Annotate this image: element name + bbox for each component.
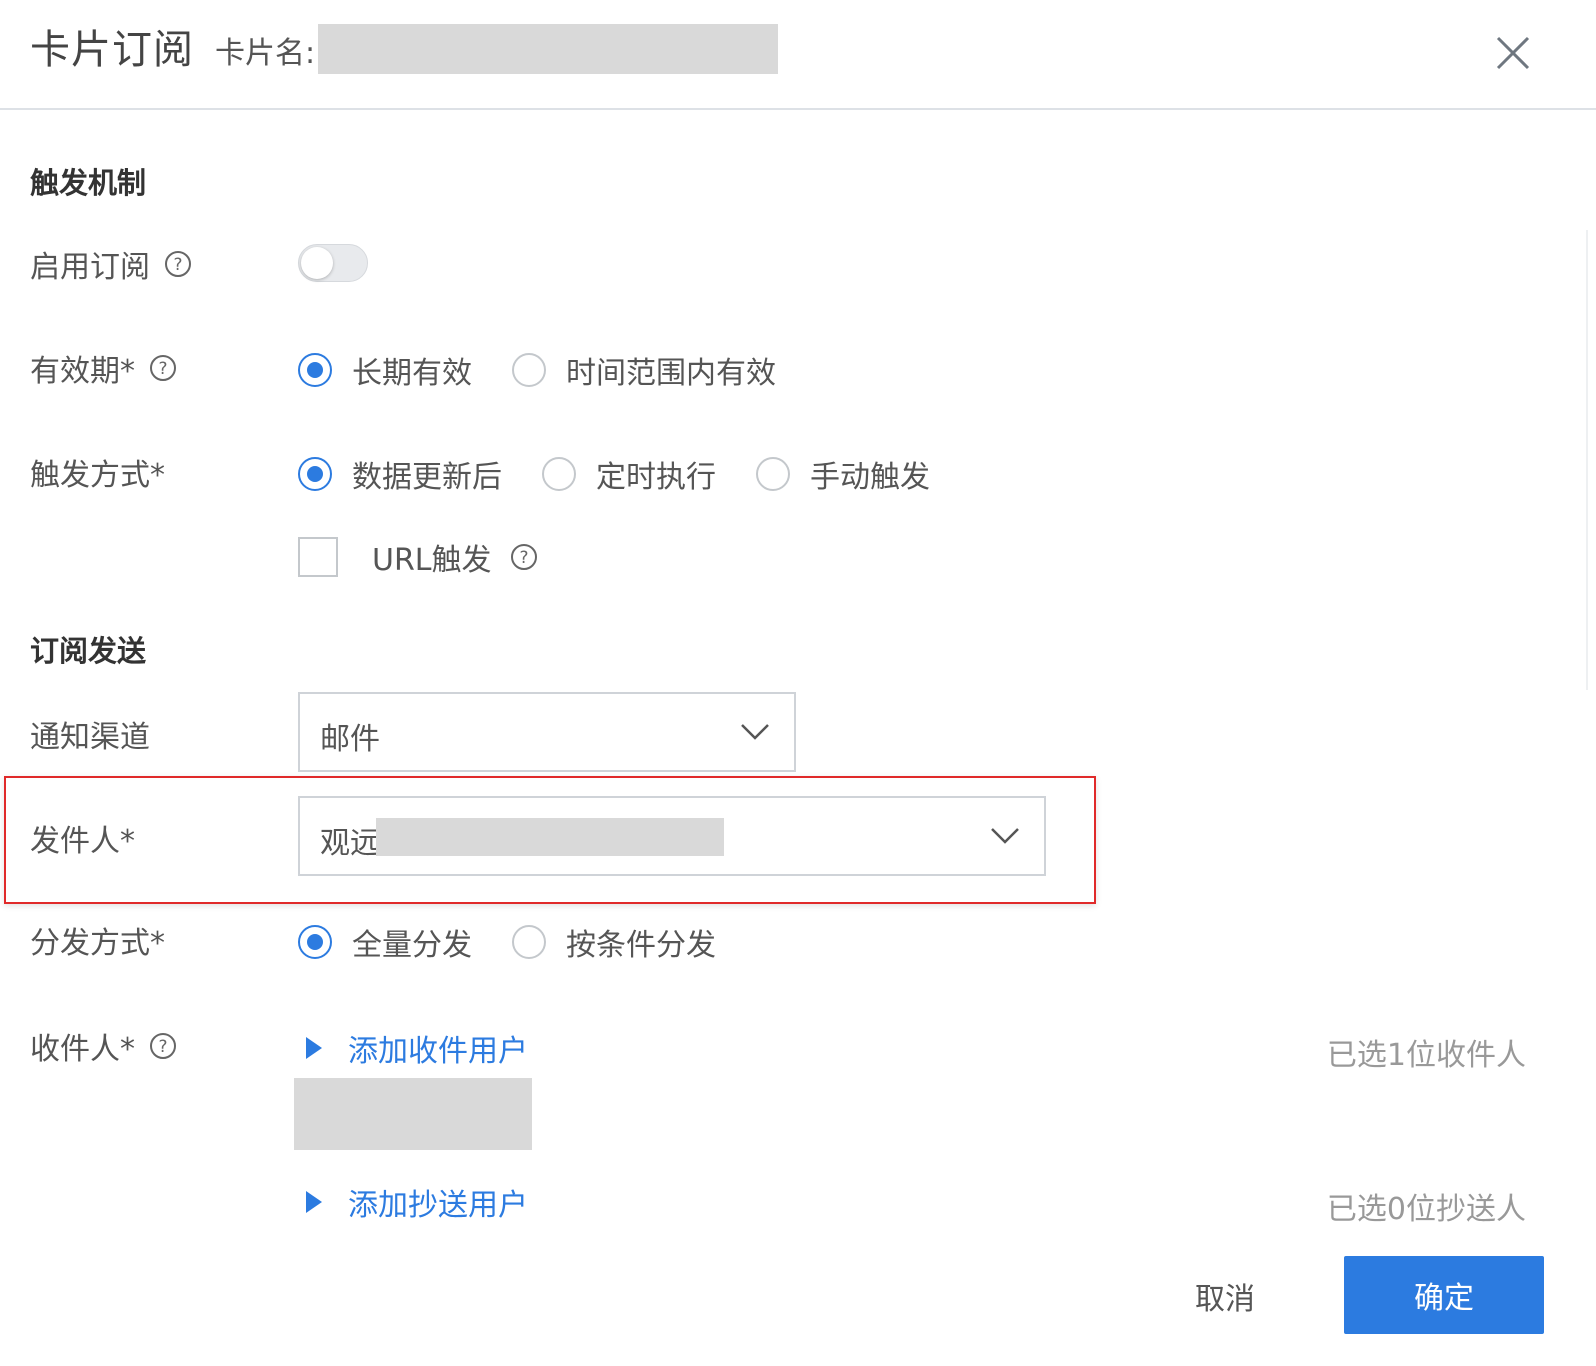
url-trigger-row: URL触发 ? bbox=[298, 535, 538, 579]
help-icon[interactable]: ? bbox=[149, 354, 177, 382]
caret-right-icon bbox=[306, 1191, 322, 1213]
recipient-tag-redacted bbox=[294, 1078, 532, 1150]
radio-long-term[interactable]: 长期有效 bbox=[298, 348, 472, 392]
svg-text:?: ? bbox=[173, 255, 182, 275]
select-value: 邮件 bbox=[320, 722, 380, 757]
radio-time-range[interactable]: 时间范围内有效 bbox=[512, 348, 776, 392]
sender-label: 发件人* bbox=[30, 824, 135, 859]
recipients-text: 收件人* bbox=[30, 1032, 135, 1067]
recipient-count: 已选1位收件人 bbox=[1326, 1038, 1526, 1073]
sender-select[interactable]: 观远 bbox=[298, 796, 1046, 876]
select-value: 观远 bbox=[320, 826, 380, 861]
caret-right-icon bbox=[306, 1037, 322, 1059]
radio-circle bbox=[298, 457, 332, 491]
url-trigger-checkbox[interactable] bbox=[298, 537, 338, 577]
trigger-mode-label: 触发方式* bbox=[30, 458, 165, 493]
help-icon[interactable]: ? bbox=[164, 250, 192, 278]
validity-radio-group: 长期有效 时间范围内有效 bbox=[298, 348, 816, 392]
close-button[interactable] bbox=[1494, 34, 1532, 72]
help-icon[interactable]: ? bbox=[510, 543, 538, 571]
section-title-send: 订阅发送 bbox=[30, 634, 147, 668]
radio-label: 数据更新后 bbox=[352, 460, 502, 495]
radio-label: 时间范围内有效 bbox=[566, 356, 776, 391]
radio-full-distribution[interactable]: 全量分发 bbox=[298, 920, 472, 964]
card-subscription-dialog: 卡片订阅 卡片名: 触发机制 启用订阅 ? 有效期* ? 长期有效 时间范围内有… bbox=[0, 0, 1596, 1366]
add-cc-link[interactable]: 添加抄送用户 bbox=[306, 1180, 528, 1224]
radio-label: 按条件分发 bbox=[566, 928, 716, 963]
add-recipient-text: 添加收件用户 bbox=[348, 1034, 528, 1069]
dialog-header: 卡片订阅 卡片名: bbox=[0, 0, 1596, 110]
radio-after-data-update[interactable]: 数据更新后 bbox=[298, 452, 502, 496]
help-icon[interactable]: ? bbox=[149, 1032, 177, 1060]
chevron-down-icon bbox=[741, 724, 769, 740]
dialog-title: 卡片订阅 bbox=[30, 27, 194, 73]
add-cc-text: 添加抄送用户 bbox=[348, 1188, 528, 1223]
recipients-label: 收件人* ? bbox=[30, 1024, 177, 1068]
toggle-knob bbox=[301, 247, 333, 279]
confirm-button[interactable]: 确定 bbox=[1344, 1256, 1544, 1334]
svg-text:?: ? bbox=[158, 359, 167, 379]
radio-circle bbox=[298, 353, 332, 387]
cc-count: 已选0位抄送人 bbox=[1326, 1192, 1526, 1227]
trigger-mode-radio-group: 数据更新后 定时执行 手动触发 bbox=[298, 452, 970, 496]
card-name-label: 卡片名: bbox=[215, 36, 316, 71]
cancel-button[interactable]: 取消 bbox=[1170, 1266, 1280, 1326]
enable-subscription-toggle[interactable] bbox=[298, 244, 368, 282]
svg-text:?: ? bbox=[519, 548, 528, 568]
notification-channel-label: 通知渠道 bbox=[30, 720, 150, 755]
svg-text:?: ? bbox=[158, 1037, 167, 1057]
validity-label: 有效期* ? bbox=[30, 346, 177, 390]
section-title-trigger: 触发机制 bbox=[30, 166, 147, 200]
radio-circle bbox=[542, 457, 576, 491]
radio-circle bbox=[512, 353, 546, 387]
enable-subscription-label: 启用订阅 ? bbox=[30, 242, 192, 286]
chevron-down-icon bbox=[991, 828, 1019, 844]
scrollbar[interactable] bbox=[1586, 230, 1596, 690]
sender-redacted bbox=[376, 818, 724, 856]
radio-scheduled[interactable]: 定时执行 bbox=[542, 452, 716, 496]
radio-label: 全量分发 bbox=[352, 928, 472, 963]
close-icon bbox=[1496, 36, 1530, 70]
distribution-radio-group: 全量分发 按条件分发 bbox=[298, 920, 756, 964]
radio-label: 定时执行 bbox=[596, 460, 716, 495]
card-name-redacted bbox=[318, 24, 778, 74]
radio-manual[interactable]: 手动触发 bbox=[756, 452, 930, 496]
validity-text: 有效期* bbox=[30, 354, 135, 389]
radio-circle bbox=[756, 457, 790, 491]
radio-conditional-distribution[interactable]: 按条件分发 bbox=[512, 920, 716, 964]
add-recipient-link[interactable]: 添加收件用户 bbox=[306, 1026, 528, 1070]
distribution-label: 分发方式* bbox=[30, 926, 165, 961]
notification-channel-select[interactable]: 邮件 bbox=[298, 692, 796, 772]
radio-circle bbox=[298, 925, 332, 959]
enable-subscription-text: 启用订阅 bbox=[30, 250, 150, 285]
url-trigger-label: URL触发 bbox=[372, 543, 492, 578]
radio-circle bbox=[512, 925, 546, 959]
radio-label: 长期有效 bbox=[352, 356, 472, 391]
radio-label: 手动触发 bbox=[810, 460, 930, 495]
